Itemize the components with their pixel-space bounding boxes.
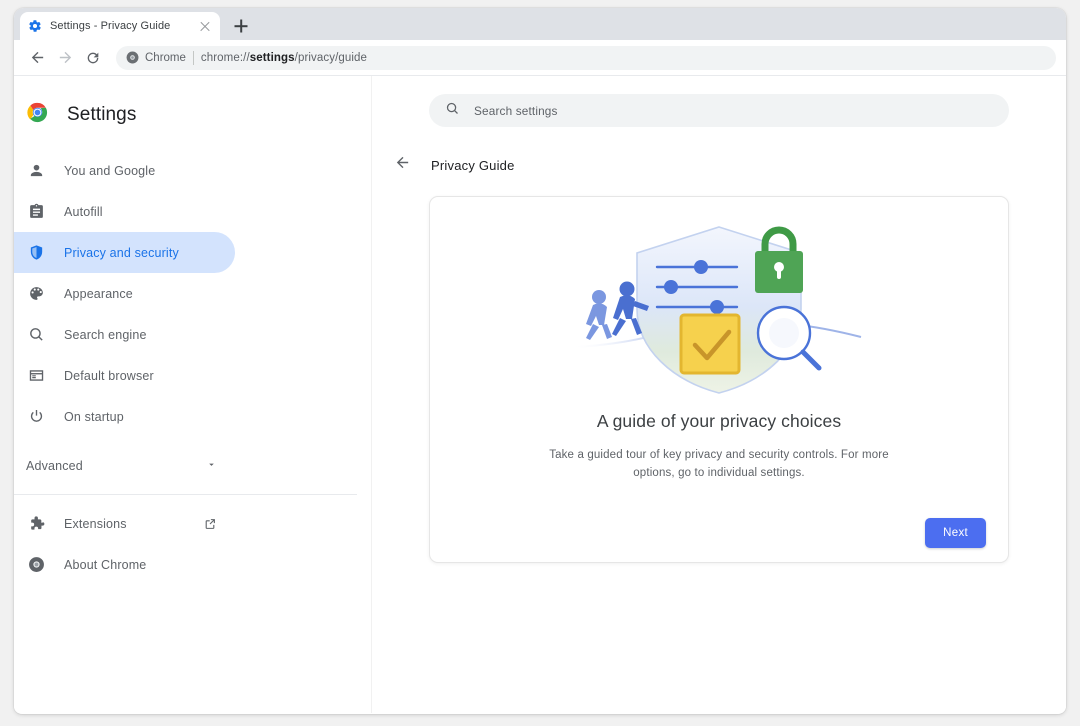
- puzzle-icon: [26, 514, 46, 534]
- sidebar-item-label: Advanced: [26, 458, 83, 473]
- settings-sidebar: Settings You and Google Autofill Privacy…: [14, 76, 372, 713]
- settings-gear-icon: [28, 19, 42, 33]
- card-title: A guide of your privacy choices: [596, 411, 842, 431]
- sidebar-item-search-engine[interactable]: Search engine: [14, 314, 235, 355]
- sidebar-item-label: Extensions: [64, 516, 127, 531]
- sidebar-item-label: Search engine: [64, 327, 147, 342]
- chrome-logo-icon: [26, 101, 49, 129]
- sidebar-item-on-startup[interactable]: On startup: [14, 396, 235, 437]
- reload-icon[interactable]: [80, 45, 106, 71]
- sidebar-item-appearance[interactable]: Appearance: [14, 273, 235, 314]
- sidebar-item-label: Autofill: [64, 204, 103, 219]
- sidebar-item-privacy-and-security[interactable]: Privacy and security: [14, 232, 235, 273]
- person-icon: [26, 161, 46, 181]
- tab-title: Settings - Privacy Guide: [50, 20, 171, 32]
- sidebar-item-label: Default browser: [64, 368, 154, 383]
- close-icon[interactable]: [198, 19, 212, 33]
- omnibox-divider: [192, 50, 194, 65]
- sidebar-nav: You and Google Autofill Privacy and secu…: [14, 150, 371, 585]
- search-placeholder: Search settings: [474, 103, 558, 118]
- chrome-icon: [26, 555, 46, 575]
- next-button[interactable]: Next: [925, 518, 986, 548]
- omnibox-url: chrome://settings/privacy/guide: [200, 51, 368, 64]
- breadcrumb: Privacy Guide: [394, 154, 1066, 176]
- search-input[interactable]: Search settings: [429, 94, 1009, 127]
- arrow-back-icon[interactable]: [24, 45, 50, 71]
- search-icon: [26, 325, 46, 345]
- settings-main: Search settings Privacy Guide A guide of…: [372, 76, 1066, 713]
- privacy-shield-illustration: [452, 205, 986, 405]
- settings-brand: Settings: [14, 90, 371, 134]
- open-in-new-icon[interactable]: [203, 517, 217, 531]
- browser-tab[interactable]: Settings - Privacy Guide: [20, 12, 220, 40]
- browser-window: Settings - Privacy Guide Chrome chrome:/…: [14, 8, 1066, 714]
- sidebar-item-advanced[interactable]: Advanced: [14, 445, 235, 486]
- sidebar-item-label: Appearance: [64, 286, 133, 301]
- search-icon: [445, 101, 460, 121]
- page-title: Settings: [67, 104, 137, 125]
- sidebar-item-about-chrome[interactable]: About Chrome: [14, 544, 235, 585]
- omnibox-site-label: Chrome: [145, 51, 186, 64]
- page-root: Settings - Privacy Guide Chrome chrome:/…: [0, 0, 1080, 726]
- arrow-back-icon[interactable]: [394, 154, 411, 176]
- chevron-down-icon: [206, 459, 217, 473]
- privacy-guide-title: Privacy Guide: [431, 157, 515, 173]
- sidebar-item-autofill[interactable]: Autofill: [14, 191, 235, 232]
- sidebar-item-label: About Chrome: [64, 557, 147, 572]
- arrow-forward-icon[interactable]: [52, 45, 78, 71]
- power-icon: [26, 407, 46, 427]
- new-tab-button[interactable]: [228, 13, 254, 39]
- tab-strip: Settings - Privacy Guide: [14, 8, 1066, 40]
- sidebar-item-label: You and Google: [64, 163, 156, 178]
- card-description: Take a guided tour of key privacy and se…: [549, 449, 889, 479]
- palette-icon: [26, 284, 46, 304]
- browser-toolbar: Chrome chrome://settings/privacy/guide: [14, 40, 1066, 76]
- address-bar[interactable]: Chrome chrome://settings/privacy/guide: [116, 45, 1056, 70]
- sidebar-item-label: On startup: [64, 409, 124, 424]
- sidebar-item-you-and-google[interactable]: You and Google: [14, 150, 235, 191]
- sidebar-item-extensions[interactable]: Extensions: [14, 503, 235, 544]
- clipboard-icon: [26, 202, 46, 222]
- settings-page: Settings You and Google Autofill Privacy…: [14, 76, 1066, 713]
- chrome-icon: Chrome: [126, 51, 186, 64]
- browser-window-icon: [26, 366, 46, 386]
- shield-icon: [26, 243, 46, 263]
- sidebar-item-default-browser[interactable]: Default browser: [14, 355, 235, 396]
- privacy-guide-card: A guide of your privacy choices Take a g…: [429, 196, 1009, 563]
- card-actions: Next: [925, 518, 986, 548]
- sidebar-divider: [14, 494, 357, 495]
- sidebar-item-label: Privacy and security: [64, 245, 179, 260]
